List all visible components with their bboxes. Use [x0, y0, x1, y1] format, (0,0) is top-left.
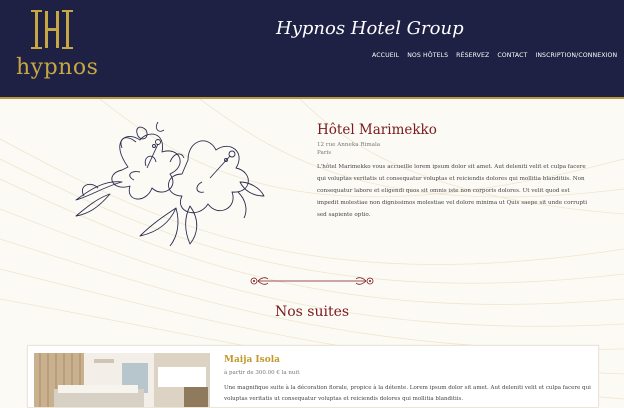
ornament-divider: [246, 272, 378, 291]
nav-item-contact[interactable]: CONTACT: [497, 52, 527, 59]
suite-photo[interactable]: [34, 353, 210, 407]
hotel-city: Paris: [317, 150, 332, 156]
site-header: hypnos Hypnos Hotel Group ACCUEIL NOS HÔ…: [0, 0, 624, 97]
site-title: Hypnos Hotel Group: [276, 18, 464, 39]
hotel-description: L'hôtel Marimekko vous accueille lorem i…: [317, 164, 588, 218]
hotel-street: 12 rue Anneka Rimala: [317, 142, 381, 148]
suite-card[interactable]: Maija Isola à partir de 300.00 € la nuit…: [27, 345, 599, 408]
hotel-name: Hôtel Marimekko: [317, 122, 437, 138]
main-nav: ACCUEIL NOS HÔTELS RÉSERVEZ CONTACT INSC…: [372, 52, 617, 59]
nav-item-inscription-connexion[interactable]: INSCRIPTION/CONNEXION: [535, 52, 617, 59]
hibiscus-illustration: [70, 121, 265, 254]
nav-item-accueil[interactable]: ACCUEIL: [372, 52, 399, 59]
suite-name[interactable]: Maija Isola: [224, 355, 280, 365]
hypnos-logo-icon[interactable]: [29, 9, 75, 55]
nav-item-nos-hotels[interactable]: NOS HÔTELS: [407, 52, 448, 59]
logo-text[interactable]: hypnos: [16, 55, 98, 80]
suite-price: à partir de 300.00 € la nuit: [224, 370, 300, 376]
suite-description: Une magnifique suite à la décoration flo…: [224, 385, 591, 402]
suites-section-title: Nos suites: [274, 304, 350, 320]
nav-item-reservez[interactable]: RÉSERVEZ: [456, 52, 489, 59]
